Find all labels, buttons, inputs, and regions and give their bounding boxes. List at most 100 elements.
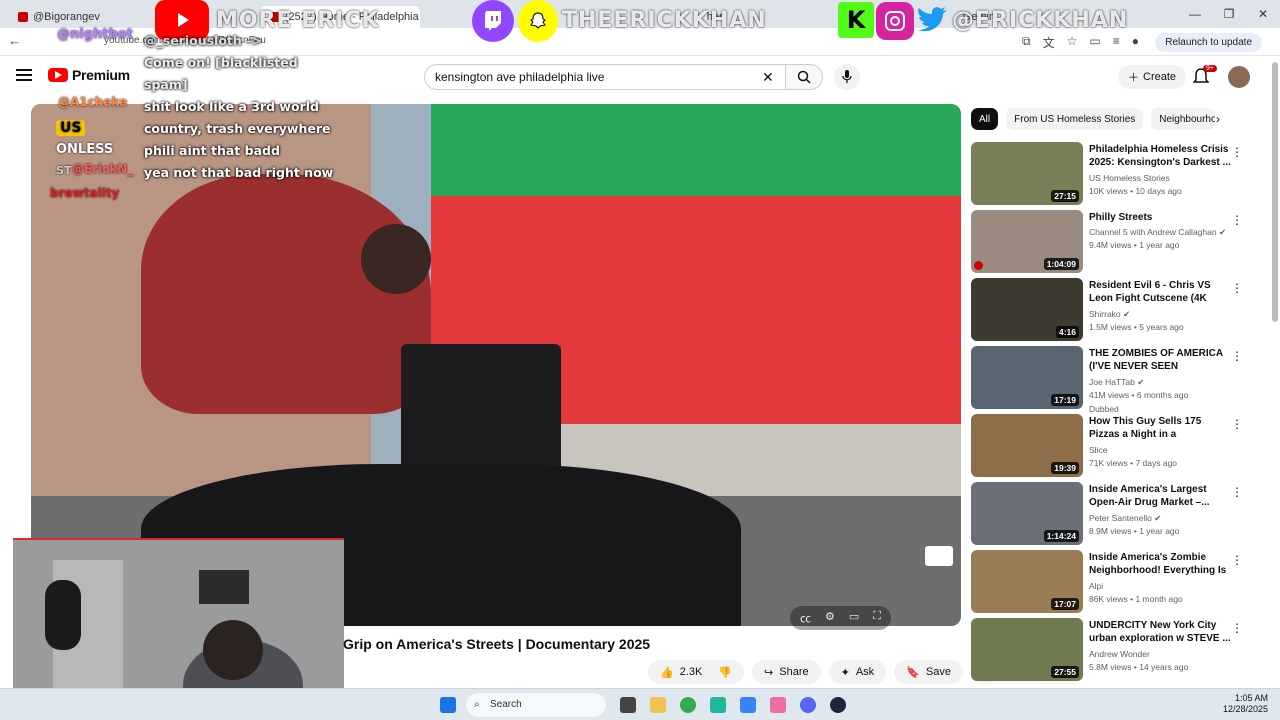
channel-name[interactable]: Slice — [1089, 445, 1107, 455]
cast-icon[interactable]: ⧉ — [1022, 34, 1031, 51]
maximize-icon[interactable]: ❐ — [1212, 0, 1246, 28]
video-actions: 👍2.3K👎 ↪Share ✦Ask 🔖Save ⋯ — [648, 660, 998, 684]
back-arrow-icon[interactable]: ← — [8, 33, 21, 48]
settings-gear-icon[interactable]: ⚙ — [825, 610, 835, 626]
video-thumbnail[interactable]: 19:39 — [971, 414, 1083, 477]
recommendation-title[interactable]: Inside America's Zombie Neighborhood! Ev… — [1089, 551, 1231, 578]
windows-start-icon[interactable] — [440, 697, 456, 713]
scrollbar-thumb[interactable] — [1272, 62, 1278, 322]
recommendation-item[interactable]: 1:04:09 Philly Streets Channel 5 with Andr… — [971, 210, 1256, 278]
fullscreen-icon[interactable]: ⛶ — [873, 610, 881, 626]
more-options-icon[interactable]: ⋮ — [1231, 281, 1243, 295]
youtube-premium-logo[interactable]: Premium — [48, 67, 130, 83]
channel-name[interactable]: Alpi — [1089, 581, 1103, 591]
relaunch-button[interactable]: Relaunch to update — [1155, 33, 1262, 52]
recommendation-item[interactable]: 19:39 How This Guy Sells 175 Pizzas a Nig… — [971, 414, 1256, 482]
more-options-icon[interactable]: ⋮ — [1231, 417, 1243, 431]
create-button[interactable]: ＋ Create — [1118, 65, 1187, 89]
video-title: Grip on America's Streets | Documentary … — [343, 636, 651, 652]
recommendation-item[interactable]: 17:07 Inside America's Zombie Neighborhoo… — [971, 550, 1256, 618]
chat-message: shit look like a 3rd world country, tras… — [144, 99, 331, 136]
music-icon[interactable] — [770, 697, 786, 713]
video-meta: 41M views • 6 months ago — [1089, 390, 1189, 400]
sidepanel-icon[interactable]: ▭ — [1089, 34, 1100, 51]
taskbar-apps — [620, 697, 846, 713]
channel-name[interactable]: Andrew Wonder — [1089, 649, 1150, 659]
recommendation-title[interactable]: THE ZOMBIES OF AMERICA (I'VE NEVER SEEN … — [1089, 347, 1231, 374]
recommendation-item[interactable]: 1:14:24 Inside America's Largest Open-Air… — [971, 482, 1256, 550]
video-thumbnail[interactable]: 27:55 — [971, 618, 1083, 681]
reading-list-icon[interactable]: ≡ — [1113, 34, 1120, 51]
theater-mode-icon[interactable]: ▭ — [849, 610, 859, 626]
more-options-icon[interactable]: ⋮ — [1231, 485, 1243, 499]
ask-button[interactable]: ✦ Ask — [828, 660, 887, 684]
video-thumbnail[interactable]: 1:14:24 — [971, 482, 1083, 545]
bookmark-star-icon[interactable]: ☆ — [1067, 34, 1078, 51]
recommendation-title[interactable]: UNDERCITY New York City urban exploratio… — [1089, 619, 1231, 645]
recommendation-item[interactable]: 17:19 THE ZOMBIES OF AMERICA (I'VE NEVER … — [971, 346, 1256, 414]
translate-icon[interactable]: 文 — [1043, 34, 1055, 51]
task-view-icon[interactable] — [620, 697, 636, 713]
video-thumbnail[interactable]: 17:19 — [971, 346, 1083, 409]
browser-tab[interactable]: her — [697, 6, 733, 28]
chip-all[interactable]: All — [971, 108, 999, 130]
search-input[interactable]: kensington ave philadelphia live — [424, 64, 786, 90]
share-button[interactable]: ↪ Share — [752, 660, 821, 684]
like-button[interactable]: 👍 2.3K 👎 — [648, 660, 745, 684]
chip-neighbourhood[interactable]: Neighbourhoo — [1151, 108, 1216, 130]
voice-search-button[interactable] — [834, 64, 860, 90]
chrome-icon[interactable] — [680, 697, 696, 713]
browser-tab-active[interactable]: (2527) Home - Philadelphia — [259, 6, 420, 28]
recommendation-title[interactable]: How This Guy Sells 175 Pizzas a Night in… — [1089, 415, 1231, 442]
close-icon[interactable]: ✕ — [1246, 0, 1280, 28]
video-meta: 10K views • 10 days ago — [1089, 186, 1182, 196]
discord-icon[interactable] — [800, 697, 816, 713]
system-clock[interactable]: 1:05 AM 12/28/2025 — [1222, 693, 1268, 715]
more-options-icon[interactable]: ⋮ — [1231, 213, 1243, 227]
profile-icon[interactable]: ● — [1132, 34, 1139, 51]
minimize-icon[interactable]: — — [1178, 0, 1212, 28]
save-button[interactable]: 🔖 Save — [894, 660, 963, 684]
clear-search-icon[interactable]: ✕ — [762, 69, 774, 86]
app-icon[interactable] — [710, 697, 726, 713]
menu-icon[interactable] — [16, 69, 32, 84]
more-options-icon[interactable]: ⋮ — [1231, 145, 1243, 159]
channel-name[interactable]: Joe HaTTab ✔ — [1089, 377, 1144, 388]
channel-name[interactable]: Channel 5 with Andrew Callaghan ✔ — [1089, 227, 1226, 238]
avatar[interactable] — [1228, 66, 1250, 88]
video-thumbnail[interactable]: 1:04:09 — [971, 210, 1083, 273]
chip-channel[interactable]: From US Homeless Stories — [1006, 108, 1144, 130]
bookmark-icon: 🔖 — [906, 666, 920, 679]
more-options-icon[interactable]: ⋮ — [1231, 553, 1243, 567]
chevron-right-icon[interactable]: › — [1216, 112, 1220, 126]
video-thumbnail[interactable]: 17:07 — [971, 550, 1083, 613]
taskbar-search[interactable]: ⌕ Search — [466, 693, 606, 717]
video-thumbnail[interactable]: 27:15 — [971, 142, 1083, 205]
channel-name[interactable]: US Homeless Stories — [1089, 173, 1170, 183]
browser-tab[interactable]: @Bigorangev — [8, 6, 110, 28]
channel-name[interactable]: Shirrako ✔ — [1089, 309, 1130, 320]
scrollbar[interactable] — [1271, 60, 1279, 682]
captions-icon[interactable]: ㏄ — [800, 610, 811, 626]
more-options-icon[interactable]: ⋮ — [1231, 349, 1243, 363]
recommendation-item[interactable]: 27:55 UNDERCITY New York City urban explo… — [971, 618, 1256, 686]
recommendation-item[interactable]: 27:15 Philadelphia Homeless Crisis 2025: … — [971, 142, 1256, 210]
more-options-icon[interactable]: ⋮ — [1231, 621, 1243, 635]
recommendation-item[interactable]: 4:16 Resident Evil 6 - Chris VS Leon Figh… — [971, 278, 1256, 346]
app-icon[interactable] — [740, 697, 756, 713]
thumbs-down-icon[interactable]: 👎 — [718, 666, 732, 679]
recommendation-title[interactable]: Philadelphia Homeless Crisis 2025: Kensi… — [1089, 143, 1231, 169]
search-button[interactable] — [785, 64, 823, 90]
file-explorer-icon[interactable] — [650, 697, 666, 713]
video-meta: 9.4M views • 1 year ago — [1089, 240, 1180, 250]
chat-username: @A1cheke — [58, 95, 128, 109]
browser-tab[interactable]: Plays — [520, 6, 567, 28]
recommendation-title[interactable]: Philly Streets — [1089, 211, 1231, 224]
video-thumbnail[interactable]: 4:16 — [971, 278, 1083, 341]
recommendation-title[interactable]: Inside America's Largest Open-Air Drug M… — [1089, 483, 1231, 509]
browser-tab[interactable]: Gemini — [953, 6, 1008, 28]
channel-watermark[interactable] — [925, 546, 953, 566]
channel-name[interactable]: Peter Santenello ✔ — [1089, 513, 1161, 524]
recommendation-title[interactable]: Resident Evil 6 - Chris VS Leon Fight Cu… — [1089, 279, 1231, 306]
steam-icon[interactable] — [830, 697, 846, 713]
